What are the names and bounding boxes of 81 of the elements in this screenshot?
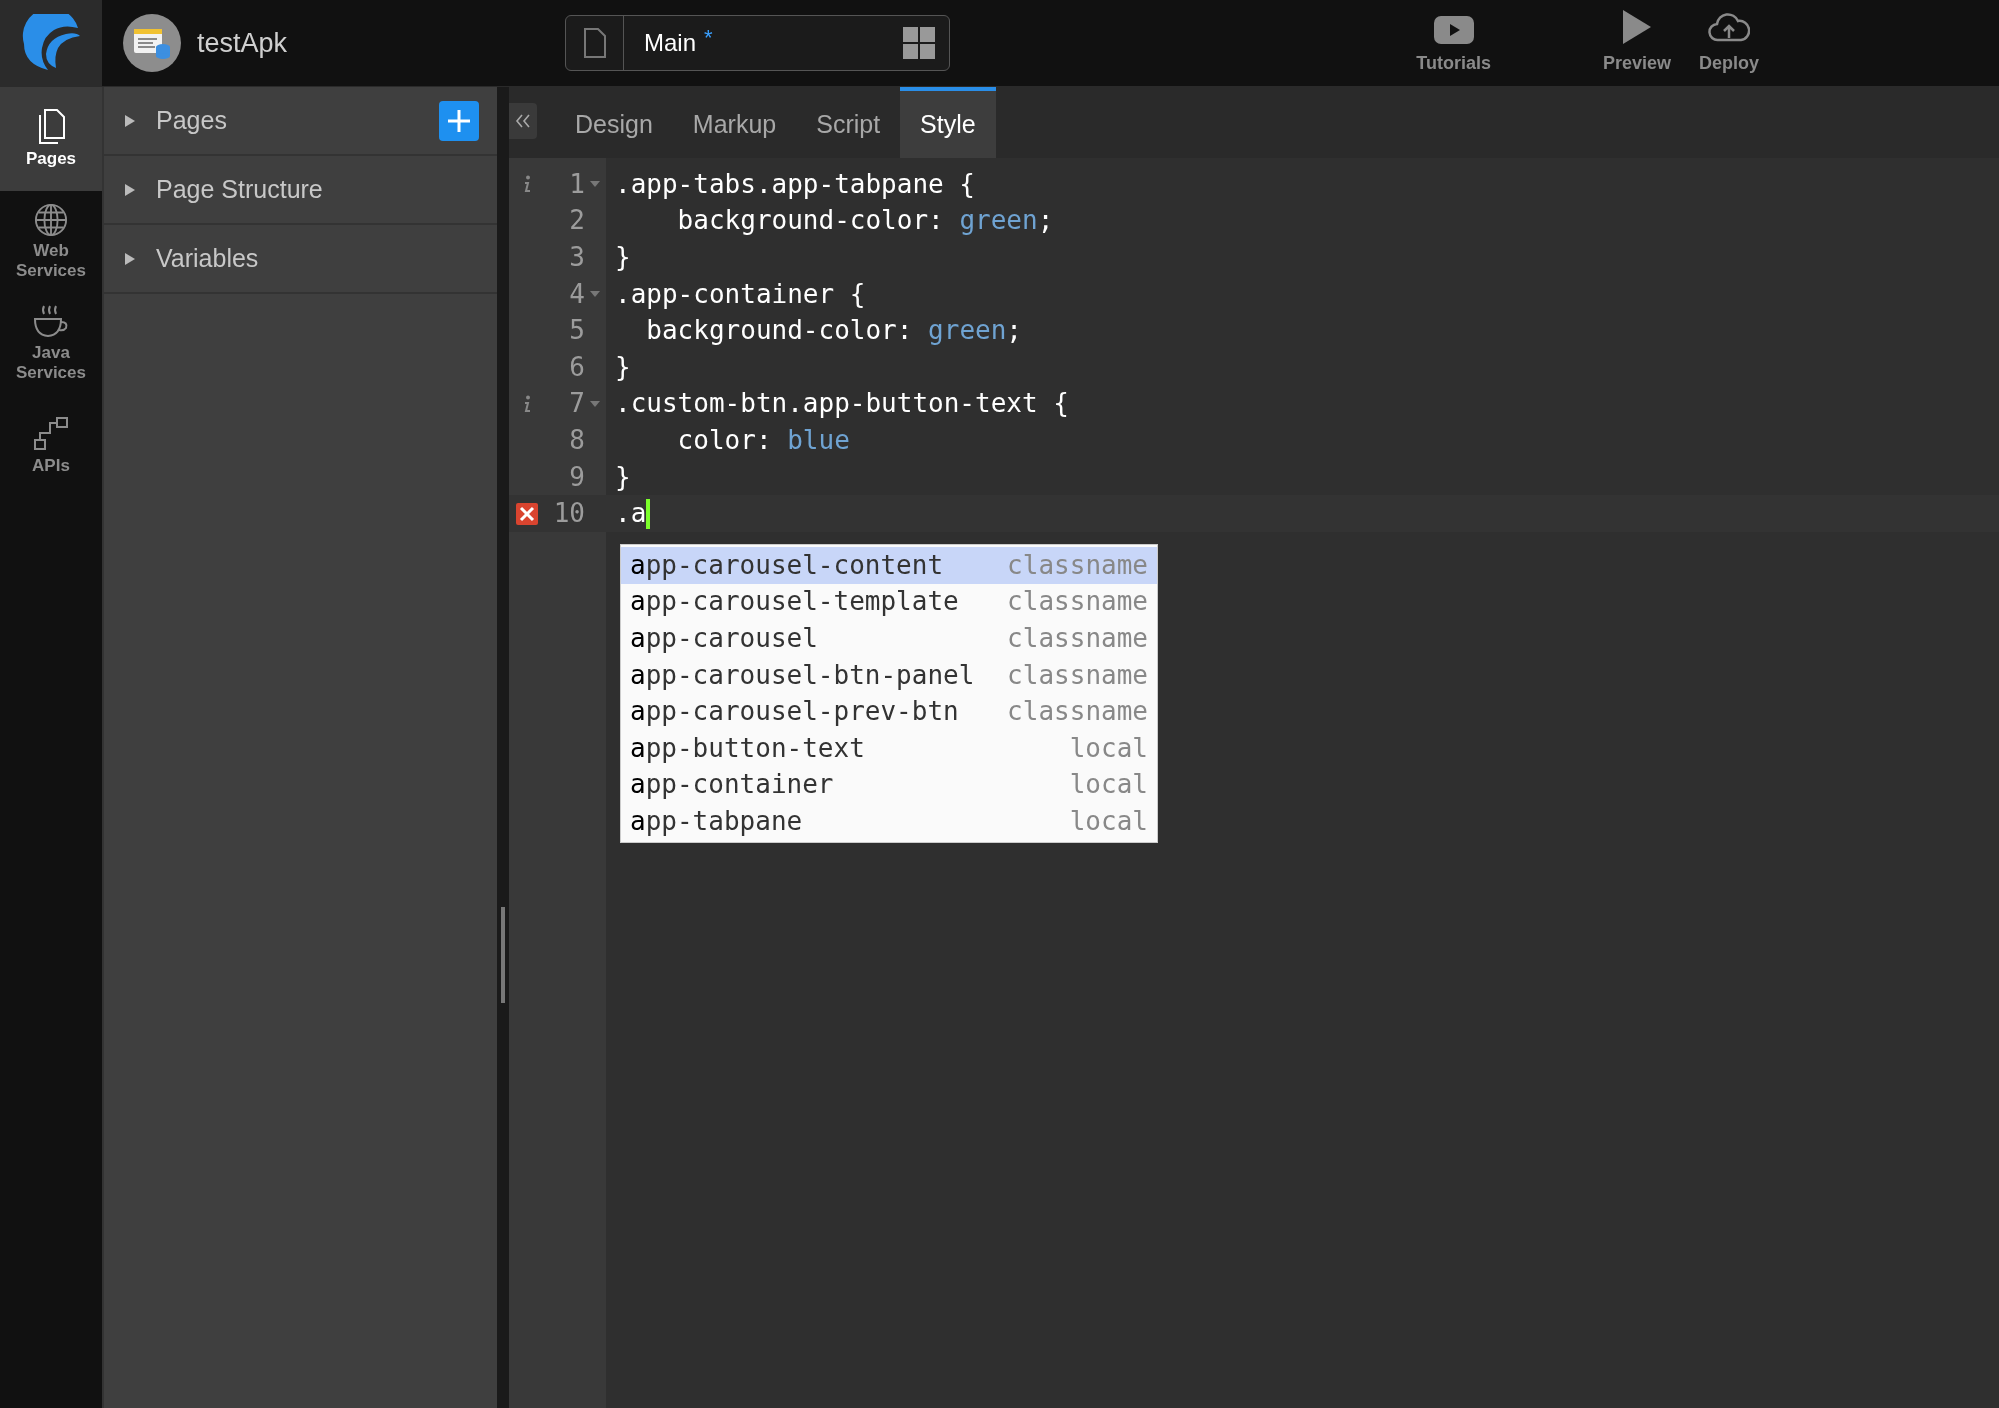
completion-type: local: [1069, 804, 1148, 838]
code-line: .app-container {: [615, 277, 866, 311]
toolbar-button[interactable]: Preview: [1602, 9, 1671, 77]
code-line: .custom-btn.app-button-text {: [615, 387, 1069, 421]
completion-item[interactable]: app-carousel classname: [621, 620, 1157, 657]
rail-item[interactable]: Pages: [0, 87, 102, 191]
caret-icon: [124, 251, 136, 266]
toolbar-button[interactable]: Tutorials: [1416, 15, 1491, 77]
line-number: 1: [568, 167, 585, 201]
play-icon: [1622, 9, 1651, 44]
modified-mark: *: [704, 23, 713, 52]
line-number: 5: [568, 314, 585, 348]
info-icon: [523, 175, 531, 194]
completion-item[interactable]: app-carousel-template classname: [621, 583, 1157, 621]
completion-item[interactable]: app-tabpane local: [621, 803, 1157, 840]
database-list-icon: [133, 27, 171, 59]
code-line: color: blue: [676, 423, 850, 457]
rail-item[interactable]: Web Services: [0, 191, 102, 293]
caret-icon: [124, 113, 136, 128]
page-title: Main: [644, 28, 697, 58]
pages-icon: [36, 109, 66, 145]
rail-item[interactable]: APIs: [0, 395, 102, 497]
code-line: background-color: green;: [676, 204, 1054, 238]
logo-tile[interactable]: [0, 0, 102, 87]
code-line: }: [615, 460, 631, 494]
code-line: }: [615, 241, 631, 274]
resize-handle[interactable]: [501, 907, 505, 1003]
collapse-panel-button[interactable]: [509, 103, 537, 139]
rail-item[interactable]: Java Services: [0, 293, 102, 395]
fold-caret-icon[interactable]: [590, 400, 600, 407]
editor-tab[interactable]: Markup: [672, 87, 797, 158]
completion-item[interactable]: app-container local: [621, 766, 1157, 804]
section-title: Page Structure: [156, 173, 323, 205]
completion-type: classname: [1007, 548, 1148, 582]
video-play-icon: [1433, 15, 1474, 44]
editor-tab[interactable]: Style: [900, 87, 996, 158]
line-number: 9: [568, 460, 585, 494]
panel-section-header[interactable]: Pages: [104, 87, 497, 156]
error-icon: [516, 502, 538, 525]
add-page-button[interactable]: [439, 100, 479, 141]
completion-item[interactable]: app-carousel-content classname: [621, 547, 1157, 584]
completion-type: local: [1069, 731, 1148, 765]
app-name: testApk: [197, 26, 288, 60]
line-number: 2: [568, 204, 585, 238]
line-number: 4: [568, 277, 585, 311]
code-line: }: [615, 350, 631, 384]
completion-item[interactable]: app-carousel-btn-panel classname: [621, 656, 1157, 694]
line-number: 8: [568, 423, 585, 457]
line-number: 10: [552, 497, 585, 531]
code-line: .a: [615, 497, 647, 531]
section-title: Variables: [156, 242, 259, 274]
fold-caret-icon[interactable]: [590, 181, 600, 188]
completion-type: classname: [1007, 658, 1148, 692]
fold-caret-icon[interactable]: [590, 291, 600, 298]
coffee-cup-icon: [33, 305, 69, 339]
file-icon: [583, 28, 606, 58]
logo-icon: [20, 14, 82, 72]
plus-icon: [447, 108, 471, 133]
code-line: background-color: green;: [645, 314, 1022, 348]
editor-tab[interactable]: Design: [555, 87, 673, 158]
page-file-tab[interactable]: Main *: [565, 15, 950, 71]
cloud-upload-icon: [1708, 11, 1750, 44]
line-number: 3: [568, 241, 585, 274]
completion-type: local: [1069, 768, 1148, 802]
double-chevron-left-icon: [515, 114, 531, 128]
api-connector-icon: [33, 416, 69, 452]
completion-item[interactable]: app-button-text local: [621, 729, 1157, 767]
completion-type: classname: [1007, 695, 1148, 729]
grid-icon[interactable]: [903, 27, 935, 59]
globe-icon: [33, 203, 69, 237]
completion-type: classname: [1007, 585, 1148, 619]
section-title: Pages: [156, 104, 227, 136]
line-number: 6: [568, 350, 585, 384]
info-icon: [523, 394, 531, 413]
caret-icon: [124, 182, 136, 197]
toolbar-button[interactable]: Deploy: [1699, 11, 1759, 77]
editor-tab[interactable]: Script: [796, 87, 901, 158]
completion-item[interactable]: app-carousel-prev-btn classname: [621, 693, 1157, 730]
completion-type: classname: [1007, 622, 1148, 655]
code-line: .app-tabs.app-tabpane {: [615, 167, 976, 201]
line-number: 7: [568, 387, 585, 421]
